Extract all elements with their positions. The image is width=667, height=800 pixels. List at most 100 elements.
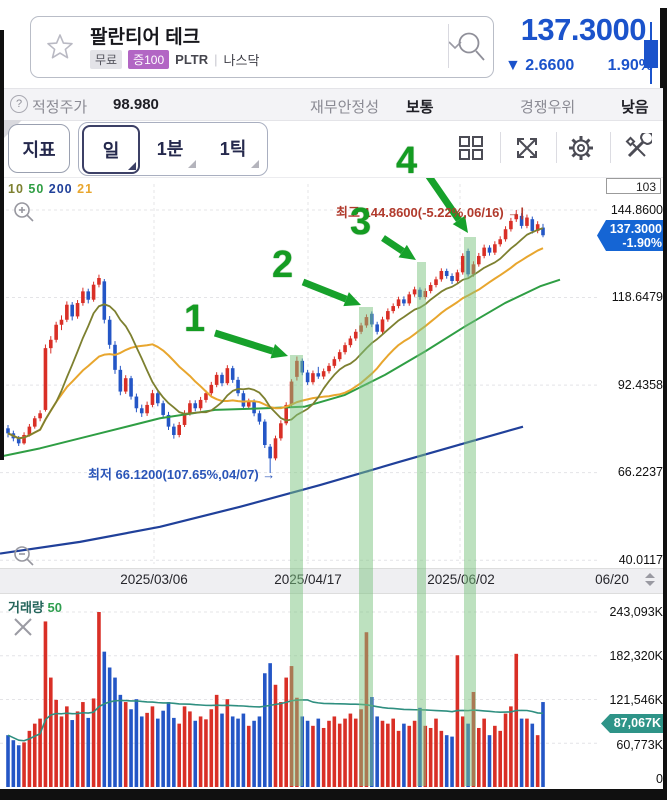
close-icon[interactable]: [12, 616, 34, 638]
indicator-button[interactable]: 지표: [8, 124, 70, 173]
volume-bar: [509, 706, 513, 787]
toolbar-divider: [500, 132, 501, 163]
time-axis-label: 2025/04/17: [274, 572, 342, 587]
price-axis-label: 92.4358: [617, 378, 663, 392]
settings-button[interactable]: [562, 129, 599, 166]
volume-bar: [386, 723, 390, 787]
candle-body: [134, 396, 139, 409]
candle-body: [273, 438, 278, 459]
volume-bar: [241, 713, 246, 787]
volume-bar: [503, 713, 508, 787]
volume-bar: [428, 727, 433, 787]
zoom-in-icon[interactable]: [12, 200, 36, 224]
volume-bar: [156, 718, 160, 787]
frame-edge-bottom: [0, 789, 667, 800]
candle-body: [444, 270, 449, 276]
candle-body: [316, 373, 321, 377]
candle-body: [59, 319, 64, 325]
candle-body: [493, 244, 497, 253]
search-icon[interactable]: [456, 30, 488, 64]
spinner-up-icon[interactable]: [645, 573, 655, 578]
candle-body: [332, 359, 337, 366]
candle-body: [343, 345, 347, 353]
axis-spinner[interactable]: [645, 573, 655, 586]
candle-body: [188, 403, 192, 414]
volume-ma-period: 50: [47, 600, 62, 615]
toolbar-divider: [610, 132, 611, 163]
timeframe-tick-button[interactable]: 1틱: [205, 125, 261, 170]
candle-body: [252, 401, 256, 414]
candle-body: [434, 279, 438, 286]
volume-bar: [129, 709, 133, 787]
volume-bar: [32, 723, 37, 787]
volume-bar: [102, 651, 107, 787]
current-price: 137.3000: [520, 12, 647, 47]
candle-body: [193, 403, 198, 409]
ma200-line: [0, 425, 524, 555]
volume-bar: [332, 716, 337, 787]
volume-bar: [59, 716, 64, 787]
dropdown-corner: [251, 160, 259, 168]
volume-bar: [257, 716, 262, 787]
volume-bar: [188, 711, 192, 787]
layout-grid-button[interactable]: [452, 129, 489, 166]
volume-bar: [236, 718, 240, 787]
candle-body: [455, 272, 460, 282]
volume-bar: [134, 699, 139, 787]
volume-bar: [263, 673, 267, 787]
timeframe-minute-button[interactable]: 1분: [142, 125, 198, 170]
candle-body: [86, 291, 91, 300]
volume-legend: 거래량 50: [8, 597, 62, 616]
volume-bar: [166, 702, 171, 787]
volume-bar: [230, 716, 235, 787]
candle-body: [43, 348, 48, 410]
zoom-out-icon[interactable]: [12, 544, 36, 568]
volume-bar: [220, 713, 224, 787]
candle-body: [375, 324, 379, 332]
volume-bar: [123, 702, 128, 787]
grid-icon: [458, 135, 483, 160]
price-axis-label: 118.6479: [611, 290, 663, 304]
candle-body: [263, 421, 267, 446]
current-price-badge: 137.3000 -1.90%: [597, 220, 667, 251]
favorite-star-icon[interactable]: [43, 31, 77, 65]
step-marker-3: 3: [350, 201, 372, 243]
tools-button[interactable]: [618, 129, 655, 166]
dropdown-corner: [128, 162, 136, 170]
fair-price-label: 적정주가: [32, 99, 88, 116]
fullscreen-button[interactable]: [508, 129, 545, 166]
volume-bar: [311, 725, 315, 787]
ma10-legend: 10: [8, 182, 24, 196]
time-axis-label: 2025/06/02: [427, 572, 495, 587]
volume-bar: [246, 725, 251, 787]
candle-body: [386, 311, 390, 320]
volume-axis-label: 121,546K: [609, 693, 663, 707]
volume-bar: [182, 706, 187, 787]
volume-bar: [65, 706, 69, 787]
ticker-code: PLTR: [175, 51, 209, 67]
frame-edge-right: [663, 88, 667, 800]
volume-bar: [391, 718, 395, 787]
search-divider: [448, 24, 449, 68]
volume-bar: [49, 677, 53, 787]
candle-body: [321, 371, 326, 377]
volume-bar: [439, 730, 444, 787]
candle-body: [145, 404, 149, 414]
low-annotation: 최저 66.1200(107.65%,04/07) →: [88, 467, 276, 482]
volume-bar: [482, 718, 486, 787]
candle-body: [236, 379, 240, 394]
candle-body: [353, 331, 358, 339]
volume-bar: [268, 663, 272, 787]
volume-bar: [204, 719, 208, 787]
help-icon[interactable]: ?: [10, 95, 28, 113]
volume-bar: [487, 735, 492, 787]
candle-body: [257, 413, 262, 422]
financial-stability-value: 보통: [406, 99, 434, 116]
bar-count-box[interactable]: 103: [606, 178, 661, 194]
spinner-down-icon[interactable]: [645, 581, 655, 586]
candle-body: [428, 285, 433, 292]
candle-body: [503, 229, 508, 240]
candle-body: [6, 428, 10, 434]
timeframe-day-button[interactable]: 일: [82, 125, 140, 174]
meta-separator: |: [214, 51, 218, 67]
